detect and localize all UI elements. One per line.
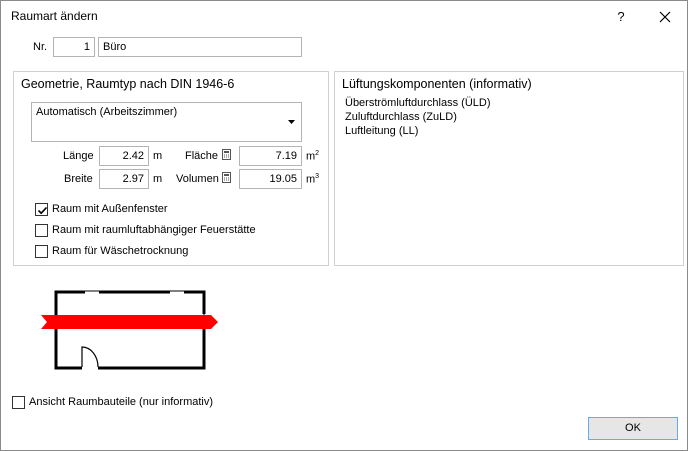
nr-label: Nr.	[33, 41, 48, 53]
checkbox-box[interactable]	[35, 203, 48, 216]
laenge-unit: m	[153, 150, 163, 162]
title-bar: Raumart ändern ?	[1, 1, 687, 31]
list-item: Luftleitung (LL)	[345, 125, 419, 137]
checkmark-icon	[37, 206, 48, 215]
ventilation-group-title: Lüftungskomponenten (informativ)	[342, 77, 532, 91]
nr-field[interactable]: 1	[53, 37, 95, 57]
breite-label: Breite	[64, 173, 93, 185]
room-floorplan	[41, 290, 218, 370]
ventilation-list: Überströmluftdurchlass (ÜLD) Zuluftdurch…	[345, 96, 490, 138]
room-walls	[54, 290, 206, 370]
checkbox-box[interactable]	[35, 224, 48, 237]
flaeche-label: Fläche	[185, 150, 219, 162]
calculator-icon[interactable]	[222, 149, 231, 160]
checkbox-label: Raum mit raumluftabhängiger Feuerstätte	[52, 224, 256, 236]
help-button[interactable]: ?	[609, 6, 633, 28]
calculator-icon[interactable]	[222, 172, 231, 183]
laenge-field[interactable]: 2.42	[99, 146, 149, 166]
breite-field[interactable]: 2.97	[99, 169, 149, 189]
geometry-group-title: Geometrie, Raumtyp nach DIN 1946-6	[21, 77, 235, 91]
checkbox-label: Raum für Wäschetrocknung	[52, 245, 189, 257]
close-icon	[659, 11, 671, 23]
breite-unit: m	[153, 173, 163, 185]
close-button[interactable]	[653, 6, 677, 28]
window-title: Raumart ändern	[11, 9, 98, 23]
flaeche-field[interactable]: 7.19	[239, 146, 302, 166]
room-name-field[interactable]: Büro	[98, 37, 302, 57]
room-type-value: Automatisch (Arbeitszimmer)	[36, 106, 178, 118]
ok-button[interactable]: OK	[588, 417, 678, 440]
room-type-select[interactable]: Automatisch (Arbeitszimmer)	[31, 102, 302, 142]
list-item: Zuluftdurchlass (ZuLD)	[345, 111, 457, 123]
list-item: Überströmluftdurchlass (ÜLD)	[345, 97, 491, 109]
checkbox-box[interactable]	[35, 245, 48, 258]
flaeche-unit: m2	[306, 150, 320, 163]
volumen-label: Volumen	[176, 173, 219, 185]
checkbox-label: Ansicht Raumbauteile (nur informativ)	[29, 396, 214, 408]
chevron-down-icon	[288, 120, 295, 124]
laenge-label: Länge	[63, 150, 94, 162]
volumen-field[interactable]: 19.05	[239, 169, 302, 189]
dialog-window: Raumart ändern ? Nr. 1 Büro Geometrie, R…	[0, 0, 688, 451]
volumen-unit: m3	[306, 173, 320, 186]
door-opening	[82, 366, 98, 370]
checkbox-label: Raum mit Außenfenster	[52, 203, 168, 215]
airflow-arrow-icon	[41, 315, 218, 329]
checkbox-box[interactable]	[12, 396, 25, 409]
